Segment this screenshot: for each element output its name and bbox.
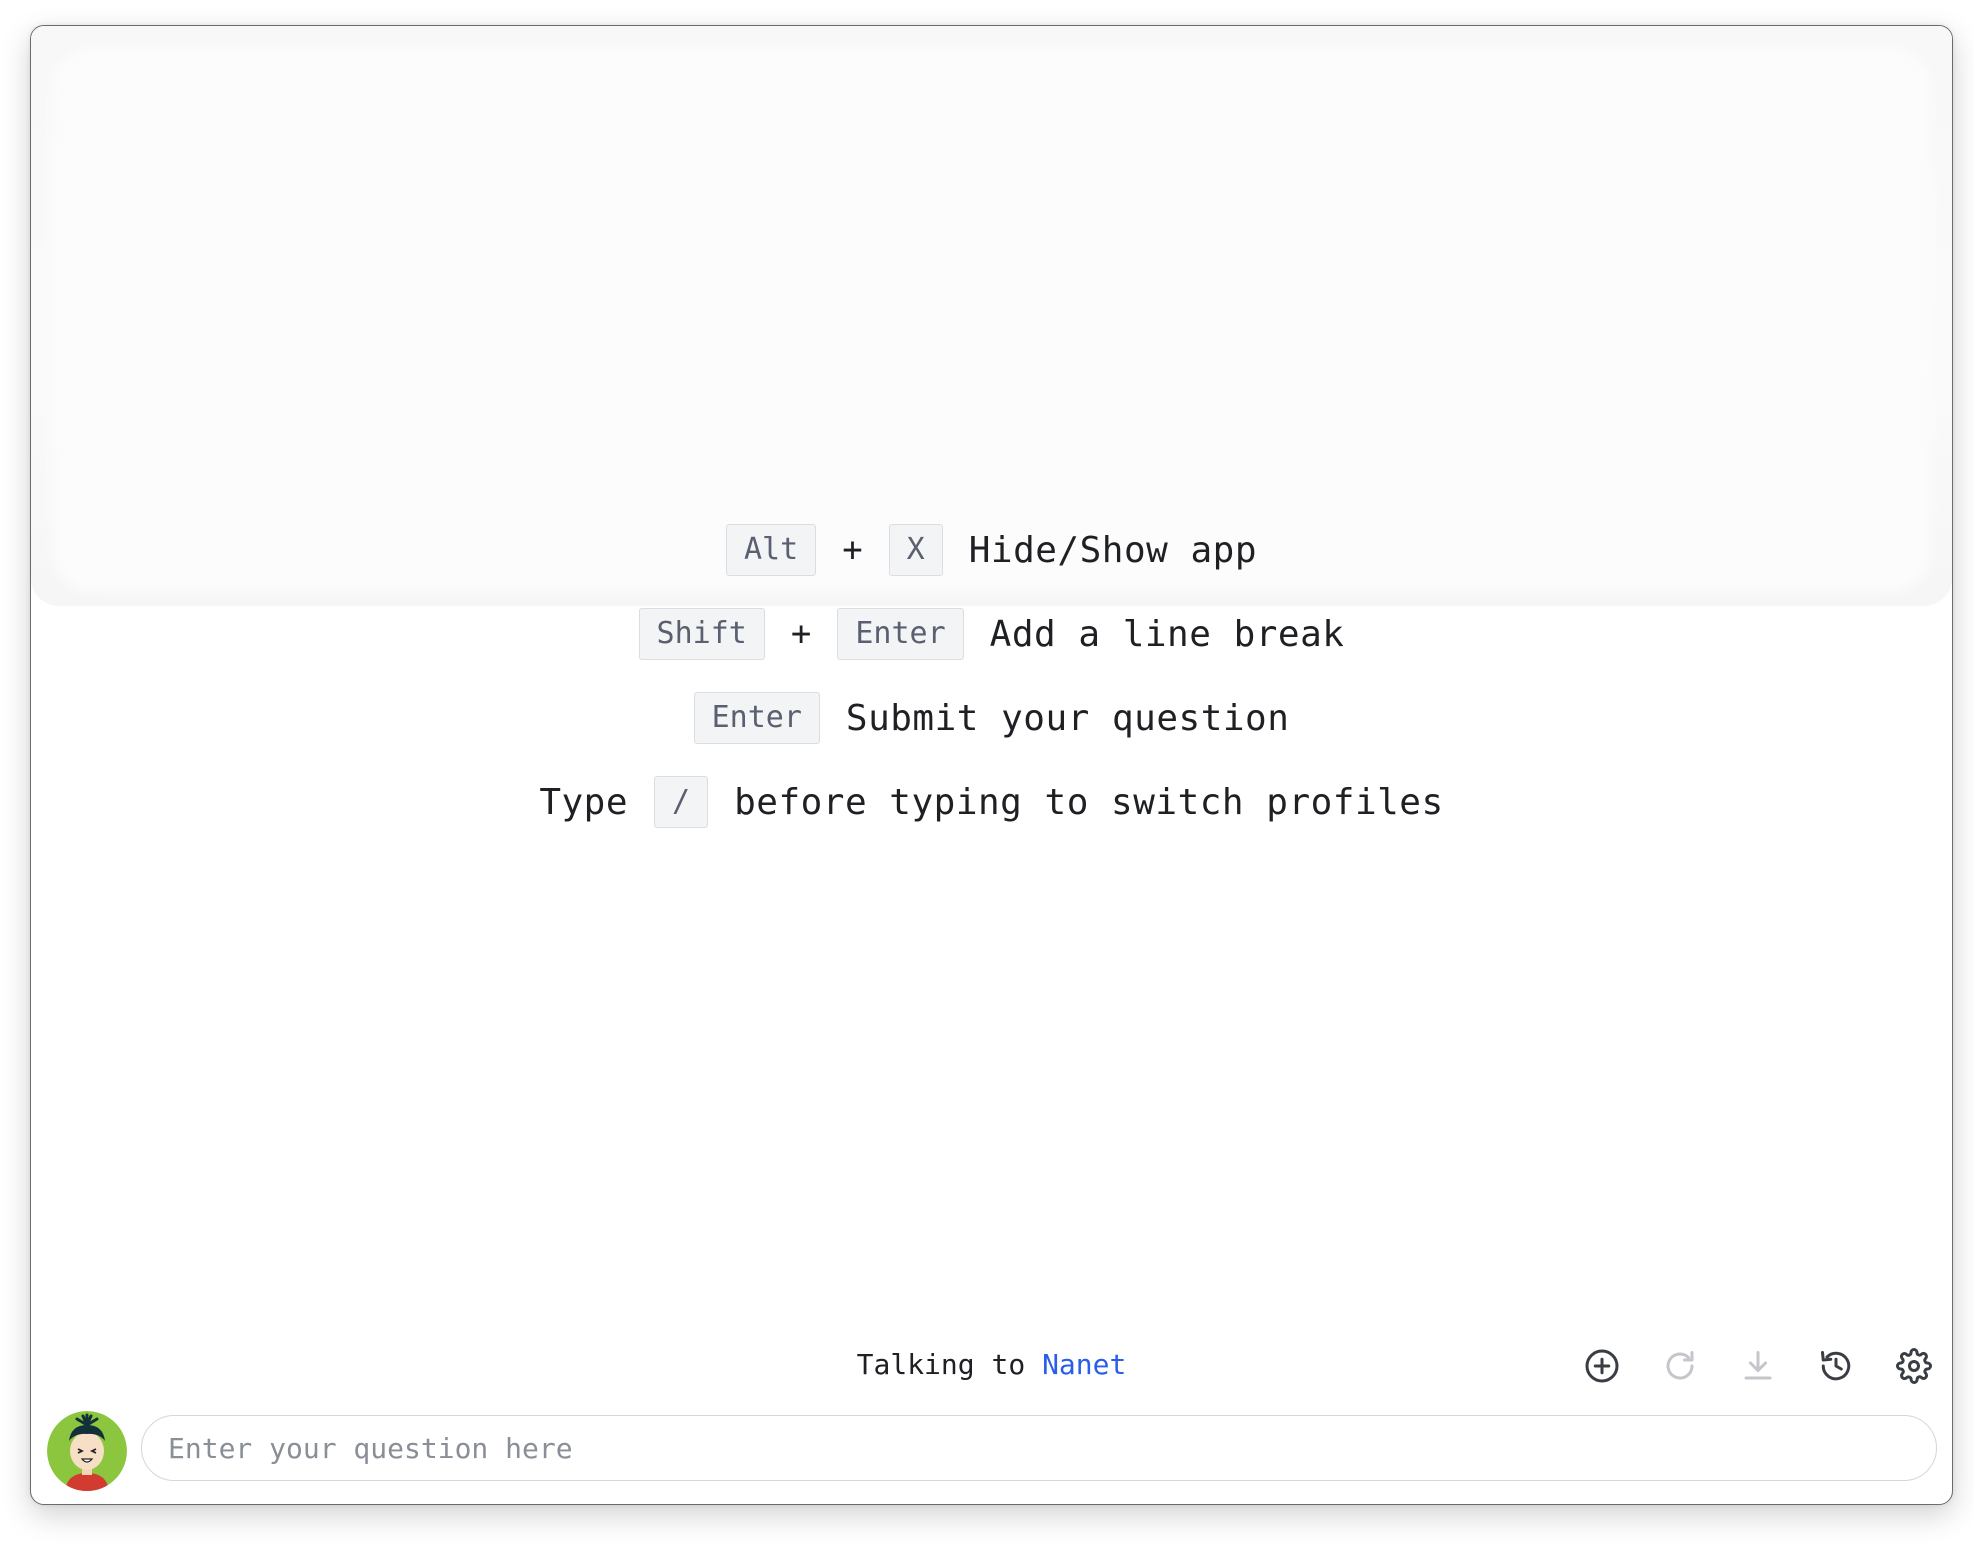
chat-history-area — [31, 26, 1952, 606]
history-button[interactable] — [1812, 1342, 1860, 1390]
shortcut-description: Add a line break — [989, 613, 1345, 655]
question-input-container — [141, 1415, 1937, 1481]
shortcut-hide-show: Alt + X Hide/Show app — [726, 524, 1257, 576]
refresh-icon — [1666, 1351, 1694, 1380]
keyboard-shortcuts-help: Alt + X Hide/Show app Shift + Enter Add … — [31, 524, 1952, 828]
key-enter: Enter — [837, 608, 964, 660]
profile-avatar[interactable] — [47, 1411, 127, 1491]
key-slash: / — [654, 776, 709, 828]
shortcut-submit: Enter Submit your question — [693, 692, 1290, 744]
regenerate-button[interactable] — [1656, 1342, 1704, 1390]
key-x: X — [888, 524, 943, 576]
profile-name-link[interactable]: Nanet — [1042, 1348, 1126, 1381]
shortcut-prefix: Type — [539, 781, 629, 823]
question-input[interactable] — [142, 1416, 1936, 1480]
shortcut-description: Submit your question — [845, 697, 1290, 739]
key-shift: Shift — [638, 608, 765, 660]
shortcut-line-break: Shift + Enter Add a line break — [638, 608, 1345, 660]
shortcut-description: before typing to switch profiles — [734, 781, 1444, 823]
plus-sign: + — [842, 530, 863, 570]
avatar-face-icon — [47, 1411, 127, 1491]
shortcut-description: Hide/Show app — [968, 529, 1257, 571]
plus-sign: + — [790, 614, 812, 654]
history-icon — [1821, 1351, 1851, 1381]
plus-circle-icon — [1585, 1349, 1619, 1383]
download-icon — [1744, 1351, 1772, 1380]
shortcut-switch-profile: Type / before typing to switch profiles — [539, 776, 1443, 828]
chat-toolbar — [1578, 1342, 1938, 1390]
settings-button[interactable] — [1890, 1342, 1938, 1390]
new-chat-button[interactable] — [1578, 1342, 1626, 1390]
status-prefix: Talking to — [856, 1348, 1026, 1381]
key-alt: Alt — [726, 524, 817, 576]
key-enter: Enter — [693, 692, 820, 744]
gear-icon — [1896, 1348, 1932, 1384]
app-window: Alt + X Hide/Show app Shift + Enter Add … — [30, 25, 1953, 1505]
download-button[interactable] — [1734, 1342, 1782, 1390]
